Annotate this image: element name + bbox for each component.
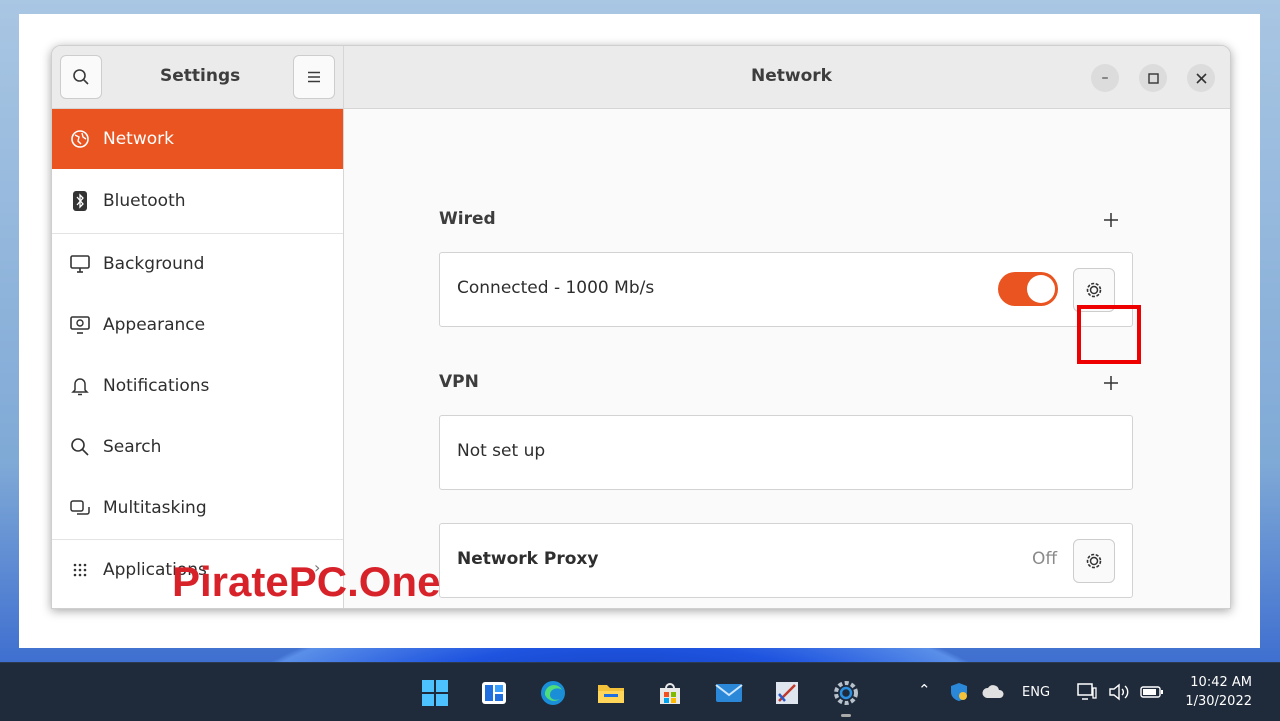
language-indicator[interactable]: ENG [1022, 685, 1050, 700]
sidebar: Network Bluetooth Background Appearance [52, 109, 344, 608]
volume-tray-button[interactable] [1107, 679, 1131, 705]
battery-icon [1140, 686, 1163, 698]
sidebar-item-label: Network [103, 129, 174, 149]
shield-icon [951, 683, 967, 701]
wired-connection-row: Connected - 1000 Mb/s [439, 252, 1133, 327]
speaker-icon [1109, 683, 1129, 701]
gear-icon [1086, 553, 1102, 569]
sidebar-item-appearance[interactable]: Appearance [52, 295, 343, 355]
main-headerbar: Network – [344, 46, 1230, 109]
settings-gear-icon [834, 681, 858, 705]
security-tray-button[interactable] [946, 679, 972, 705]
sidebar-item-label: Search [103, 437, 162, 457]
highlight-box [1077, 305, 1141, 364]
mail-icon [715, 684, 743, 702]
proxy-label: Network Proxy [457, 549, 599, 569]
sidebar-item-label: Bluetooth [103, 191, 186, 211]
network-proxy-row[interactable]: Network Proxy Off [439, 523, 1133, 598]
sidebar-title: Settings [160, 66, 241, 86]
network-tray-button[interactable] [1074, 679, 1100, 705]
bell-icon [67, 373, 93, 399]
menu-button[interactable] [293, 55, 335, 99]
multitasking-icon [67, 495, 93, 521]
search-icon [67, 434, 93, 460]
wired-status: Connected - 1000 Mb/s [457, 278, 655, 298]
sidebar-item-label: Multitasking [103, 498, 207, 518]
sidebar-item-notifications[interactable]: Notifications [52, 356, 343, 416]
sidebar-item-search[interactable]: Search [52, 417, 343, 477]
network-monitor-icon [1077, 683, 1097, 700]
start-button[interactable] [419, 677, 451, 709]
taskbar-clock[interactable]: 10:42 AM 1/30/2022 [1185, 673, 1252, 711]
chevron-up-icon[interactable]: ⌃ [918, 681, 931, 699]
snipping-tool-icon [776, 682, 798, 704]
close-icon [1195, 72, 1207, 84]
sidebar-item-label: Background [103, 254, 205, 274]
minimize-button[interactable]: – [1091, 64, 1119, 92]
store-icon [660, 683, 680, 704]
proxy-status: Off [1032, 549, 1058, 569]
vpn-section-label: VPN [439, 372, 479, 392]
minimize-icon: – [1101, 70, 1109, 86]
sidebar-item-multitasking[interactable]: Multitasking [52, 478, 343, 538]
sidebar-item-label: Notifications [103, 376, 210, 396]
search-icon [73, 69, 89, 85]
wired-section-label: Wired [439, 209, 496, 229]
maximize-icon [1147, 72, 1159, 84]
page-title: Network [751, 66, 832, 86]
sidebar-item-background[interactable]: Background [52, 234, 343, 294]
maximize-button[interactable] [1139, 64, 1167, 92]
vpn-status: Not set up [457, 441, 546, 461]
grid-icon [67, 557, 93, 583]
taskbar: ⌃ ENG 10:42 AM 1/30/2022 [0, 662, 1280, 721]
settings-window: Settings Network – Network Bluetooth Bac… [51, 45, 1231, 609]
sidebar-item-label: Appearance [103, 315, 206, 335]
settings-app-button[interactable] [830, 677, 862, 709]
widgets-button[interactable] [478, 677, 510, 709]
globe-icon [67, 126, 93, 152]
watermark: PiratePC.One [172, 558, 441, 605]
edge-button[interactable] [537, 677, 569, 709]
appearance-icon [67, 312, 93, 338]
plus-icon [1104, 213, 1118, 227]
toggle-knob [1027, 275, 1055, 303]
wired-toggle[interactable] [998, 272, 1058, 306]
display-icon [67, 251, 93, 277]
widgets-icon [482, 682, 506, 704]
sidebar-item-bluetooth[interactable]: Bluetooth [52, 171, 343, 231]
search-button[interactable] [60, 55, 102, 99]
onedrive-tray-button[interactable] [979, 679, 1007, 705]
bluetooth-icon [67, 188, 93, 214]
battery-tray-button[interactable] [1139, 679, 1165, 705]
clock-date: 1/30/2022 [1185, 694, 1252, 709]
edge-browser-icon [541, 681, 565, 705]
vpn-row: Not set up [439, 415, 1133, 490]
gear-icon [1086, 282, 1102, 298]
plus-icon [1104, 376, 1118, 390]
file-explorer-button[interactable] [595, 677, 627, 709]
active-app-indicator [841, 714, 851, 717]
add-wired-button[interactable] [1096, 205, 1126, 235]
add-vpn-button[interactable] [1096, 368, 1126, 398]
mail-button[interactable] [713, 677, 745, 709]
hamburger-icon [308, 71, 320, 83]
sidebar-headerbar: Settings [52, 46, 344, 109]
proxy-settings-button[interactable] [1073, 539, 1115, 583]
cloud-icon [982, 685, 1004, 698]
close-button[interactable] [1187, 64, 1215, 92]
snipping-tool-button[interactable] [771, 677, 803, 709]
folder-icon [598, 685, 624, 703]
sidebar-item-network[interactable]: Network [52, 109, 343, 169]
store-button[interactable] [654, 677, 686, 709]
clock-time: 10:42 AM [1190, 675, 1252, 690]
windows-logo-icon [422, 680, 448, 706]
